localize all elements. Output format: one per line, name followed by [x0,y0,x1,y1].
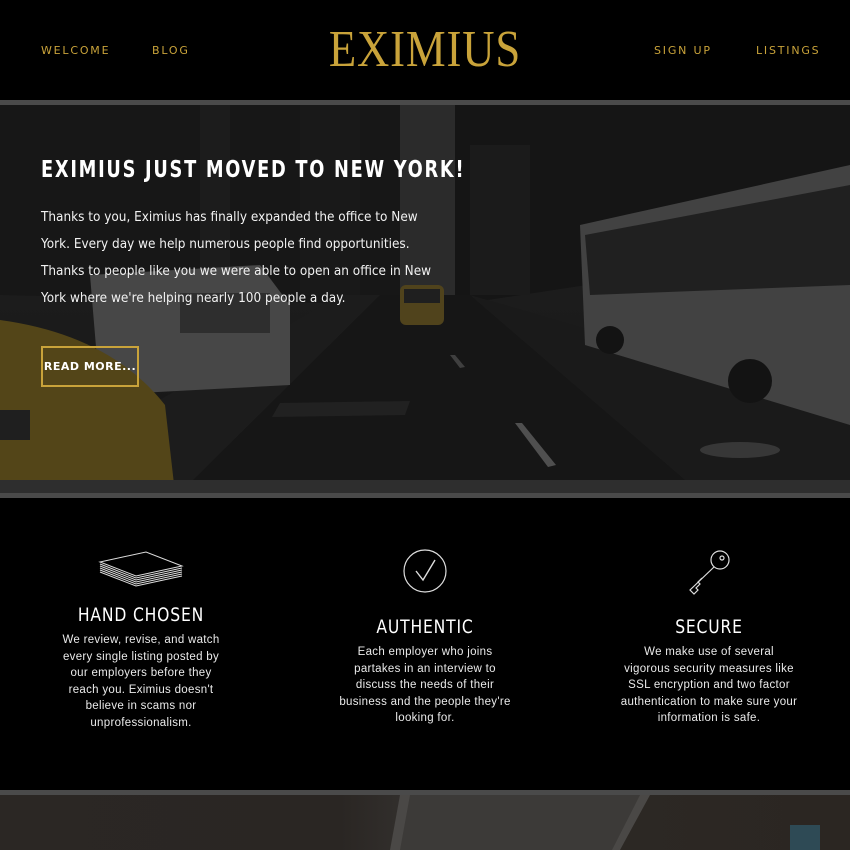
feature-description: Each employer who joins partakes in an i… [339,646,511,724]
features-section: HAND CHOSEN We review, revise, and watch… [0,498,850,790]
feature-secure: SECURE We make use of several vigorous s… [620,548,798,727]
next-section-image [0,795,850,850]
top-navigation: WELCOME BLOG EXIMIUS SIGN UP LISTINGS [0,0,850,100]
checkmark-circle-icon [403,549,447,593]
nav-signup-link[interactable]: SIGN UP [654,44,712,57]
feature-hand-chosen: HAND CHOSEN We review, revise, and watch… [55,548,227,731]
workspace-background-image [390,795,820,850]
feature-description: We review, revise, and watch every singl… [62,634,220,729]
key-icon [689,550,730,595]
feature-description: We make use of several vigorous security… [620,646,798,724]
feature-title: SECURE [675,616,743,638]
paper-stack-icon [98,551,184,587]
hero-description: Thanks to you, Eximius has finally expan… [41,210,432,306]
feature-authentic: AUTHENTIC Each employer who joins partak… [335,548,515,727]
read-more-button[interactable]: READ MORE... [41,346,139,387]
hero-banner: EXIMIUS JUST MOVED TO NEW YORK! Thanks t… [0,105,850,493]
feature-title: HAND CHOSEN [77,604,205,626]
hero-title: EXIMIUS JUST MOVED TO NEW YORK! [41,157,466,183]
feature-title: AUTHENTIC [376,616,474,638]
nav-listings-link[interactable]: LISTINGS [756,44,820,57]
